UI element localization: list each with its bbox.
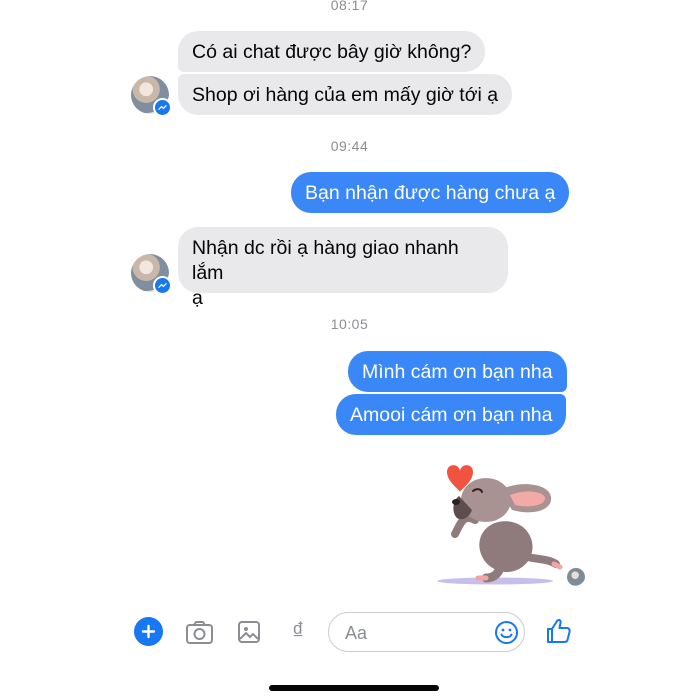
incoming-message[interactable]: Có ai chat được bây giờ không? xyxy=(178,31,486,72)
dog-blowing-kiss-sticker[interactable] xyxy=(425,460,565,588)
home-indicator xyxy=(269,685,439,691)
image-icon[interactable] xyxy=(236,619,262,645)
emoji-icon[interactable] xyxy=(494,620,519,645)
message-input[interactable]: Aa xyxy=(328,612,525,652)
message-line: ạ xyxy=(192,287,203,309)
contact-avatar[interactable] xyxy=(131,254,172,295)
outgoing-message[interactable]: Amooi cám ơn bạn nha xyxy=(336,394,567,435)
camera-icon[interactable] xyxy=(184,617,214,647)
plus-icon[interactable] xyxy=(134,617,163,646)
messenger-badge-icon xyxy=(153,276,172,295)
messenger-badge-icon xyxy=(153,98,172,117)
outgoing-message[interactable]: Mình cám ơn bạn nha xyxy=(348,351,567,392)
outgoing-message[interactable]: Bạn nhận được hàng chưa ạ xyxy=(291,172,570,213)
message-line: Nhận dc rồi ạ hàng giao nhanh lắm xyxy=(192,237,459,284)
timestamp: 10:05 xyxy=(330,316,369,332)
incoming-message[interactable]: Shop ơi hàng của em mấy giờ tới ạ xyxy=(178,74,513,115)
timestamp: 08:17 xyxy=(330,0,369,13)
message-input-placeholder: Aa xyxy=(345,623,368,643)
contact-avatar[interactable] xyxy=(131,76,172,117)
seen-avatar xyxy=(567,568,585,586)
currency-dong-icon[interactable]: ₫ xyxy=(287,618,309,646)
timestamp: 09:44 xyxy=(330,138,369,154)
incoming-message[interactable]: Nhận dc rồi ạ hàng giao nhanh lắm ạ xyxy=(178,227,508,309)
thumbs-up-icon[interactable] xyxy=(544,617,572,645)
